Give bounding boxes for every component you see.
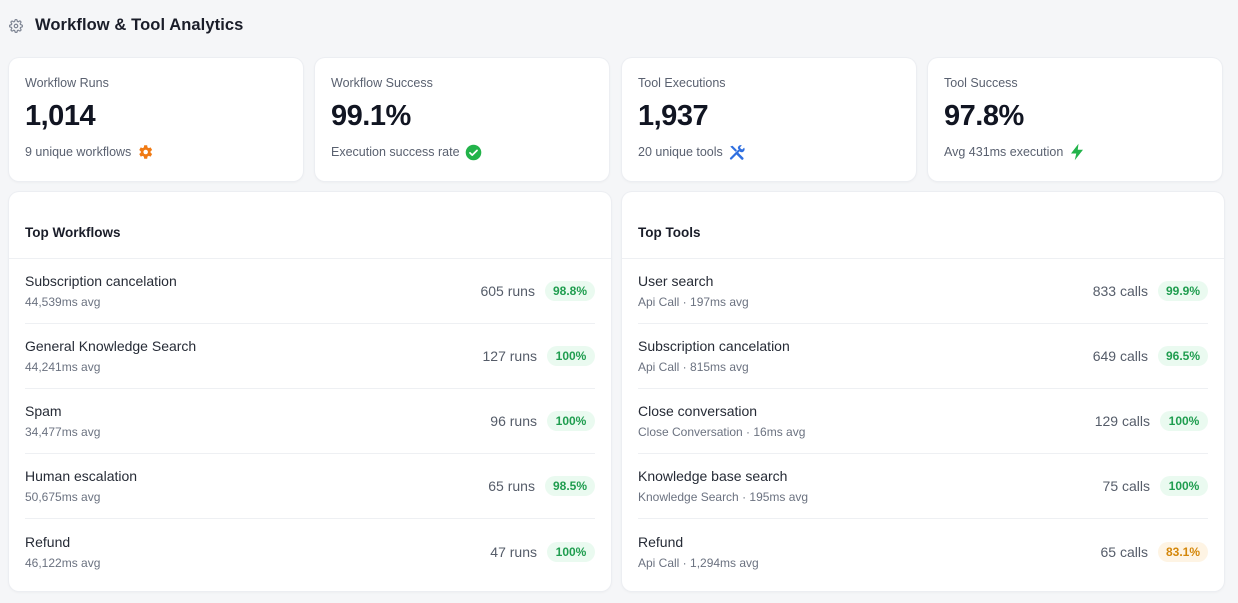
stat-card-workflow-runs: Workflow Runs 1,014 9 unique workflows <box>9 58 303 181</box>
stat-label: Tool Success <box>944 76 1018 90</box>
stat-sub: 9 unique workflows <box>25 143 287 161</box>
panel-title: Top Workflows <box>9 192 611 259</box>
stat-value: 1,014 <box>25 100 96 132</box>
stat-card-workflow-success: Workflow Success 99.1% Execution success… <box>315 58 609 181</box>
wrench-screwdriver-icon <box>728 143 746 161</box>
item-meta: 50,675ms avg <box>25 490 101 504</box>
item-meta: Api Call · 1,294ms avg <box>638 555 759 570</box>
check-circle-icon <box>465 143 483 161</box>
success-badge: 83.1% <box>1157 541 1208 562</box>
item-count: 65 calls <box>1100 543 1148 560</box>
list-item[interactable]: Knowledge base search Knowledge Search ·… <box>638 454 1208 519</box>
item-count: 649 calls <box>1092 348 1148 364</box>
success-badge: 100% <box>547 411 595 431</box>
list-item[interactable]: Human escalation 50,675ms avg 65 runs 98… <box>25 454 595 519</box>
item-meta: 44,241ms avg <box>25 360 101 374</box>
item-name: Spam <box>25 403 62 419</box>
item-meta: 34,477ms avg <box>25 425 101 439</box>
list-item[interactable]: Refund Api Call · 1,294ms avg 65 calls 8… <box>638 519 1208 584</box>
panel-title: Top Tools <box>622 192 1224 259</box>
item-meta: Close Conversation · 16ms avg <box>638 425 806 439</box>
item-count: 127 runs <box>482 348 537 364</box>
success-badge: 98.5% <box>544 476 595 496</box>
item-name: Subscription cancelation <box>25 273 177 289</box>
item-meta: Api Call · 197ms avg <box>638 295 749 309</box>
item-count: 65 runs <box>488 478 535 494</box>
stat-value: 1,937 <box>638 100 709 132</box>
item-count: 96 runs <box>490 413 537 429</box>
list-item[interactable]: Subscription cancelation 44,539ms avg 60… <box>25 259 595 324</box>
success-badge: 100% <box>1160 476 1208 496</box>
item-name: Close conversation <box>638 403 758 419</box>
list-item[interactable]: Subscription cancelation Api Call · 815m… <box>638 324 1208 389</box>
success-badge: 99.9% <box>1157 281 1208 301</box>
gear-icon <box>9 18 23 33</box>
list-item[interactable]: User search Api Call · 197ms avg 833 cal… <box>638 259 1208 324</box>
stat-sub-text: 20 unique tools <box>638 145 723 159</box>
list-item[interactable]: Close conversation Close Conversation · … <box>638 389 1208 454</box>
stat-sub: Execution success rate <box>331 143 593 161</box>
page-header: Workflow & Tool Analytics <box>9 16 243 35</box>
stat-sub-text: Execution success rate <box>331 145 460 159</box>
stat-label: Tool Executions <box>638 76 726 90</box>
item-name: General Knowledge Search <box>25 338 197 354</box>
success-badge: 100% <box>547 346 595 366</box>
item-count: 605 runs <box>480 283 535 299</box>
list-item[interactable]: Refund 46,122ms avg 47 runs 100% <box>25 519 595 584</box>
item-name: User search <box>638 273 714 289</box>
lightning-icon <box>1068 143 1086 161</box>
item-count: 47 runs <box>490 543 537 560</box>
item-name: Refund <box>638 533 684 550</box>
success-badge: 98.8% <box>544 281 595 301</box>
success-badge: 100% <box>547 541 595 562</box>
tool-list: User search Api Call · 197ms avg 833 cal… <box>622 259 1224 584</box>
stat-label: Workflow Success <box>331 76 433 90</box>
top-tools-panel: Top Tools User search Api Call · 197ms a… <box>622 192 1224 591</box>
list-item[interactable]: Spam 34,477ms avg 96 runs 100% <box>25 389 595 454</box>
stat-sub: 20 unique tools <box>638 143 900 161</box>
list-item[interactable]: General Knowledge Search 44,241ms avg 12… <box>25 324 595 389</box>
item-meta: 46,122ms avg <box>25 555 101 570</box>
stat-sub: Avg 431ms execution <box>944 143 1206 161</box>
stat-value: 97.8% <box>944 100 1024 132</box>
item-meta: 44,539ms avg <box>25 295 101 309</box>
item-name: Knowledge base search <box>638 468 788 484</box>
item-count: 75 calls <box>1102 478 1150 494</box>
stat-sub-text: Avg 431ms execution <box>944 145 1064 159</box>
gear-icon <box>136 143 154 161</box>
item-meta: Api Call · 815ms avg <box>638 360 749 374</box>
page-title: Workflow & Tool Analytics <box>35 16 244 34</box>
stat-card-tool-success: Tool Success 97.8% Avg 431ms execution <box>928 58 1222 181</box>
item-count: 129 calls <box>1094 413 1150 429</box>
item-name: Subscription cancelation <box>638 338 790 354</box>
stat-sub-text: 9 unique workflows <box>25 145 132 159</box>
workflow-list: Subscription cancelation 44,539ms avg 60… <box>9 259 611 584</box>
item-name: Human escalation <box>25 468 138 484</box>
top-workflows-panel: Top Workflows Subscription cancelation 4… <box>9 192 611 591</box>
item-name: Refund <box>25 533 71 550</box>
stat-card-tool-executions: Tool Executions 1,937 20 unique tools <box>622 58 916 181</box>
item-meta: Knowledge Search · 195ms avg <box>638 490 809 504</box>
success-badge: 100% <box>1160 411 1208 431</box>
stat-label: Workflow Runs <box>25 76 109 90</box>
stat-value: 99.1% <box>331 100 411 132</box>
success-badge: 96.5% <box>1157 346 1208 366</box>
item-count: 833 calls <box>1092 283 1148 299</box>
